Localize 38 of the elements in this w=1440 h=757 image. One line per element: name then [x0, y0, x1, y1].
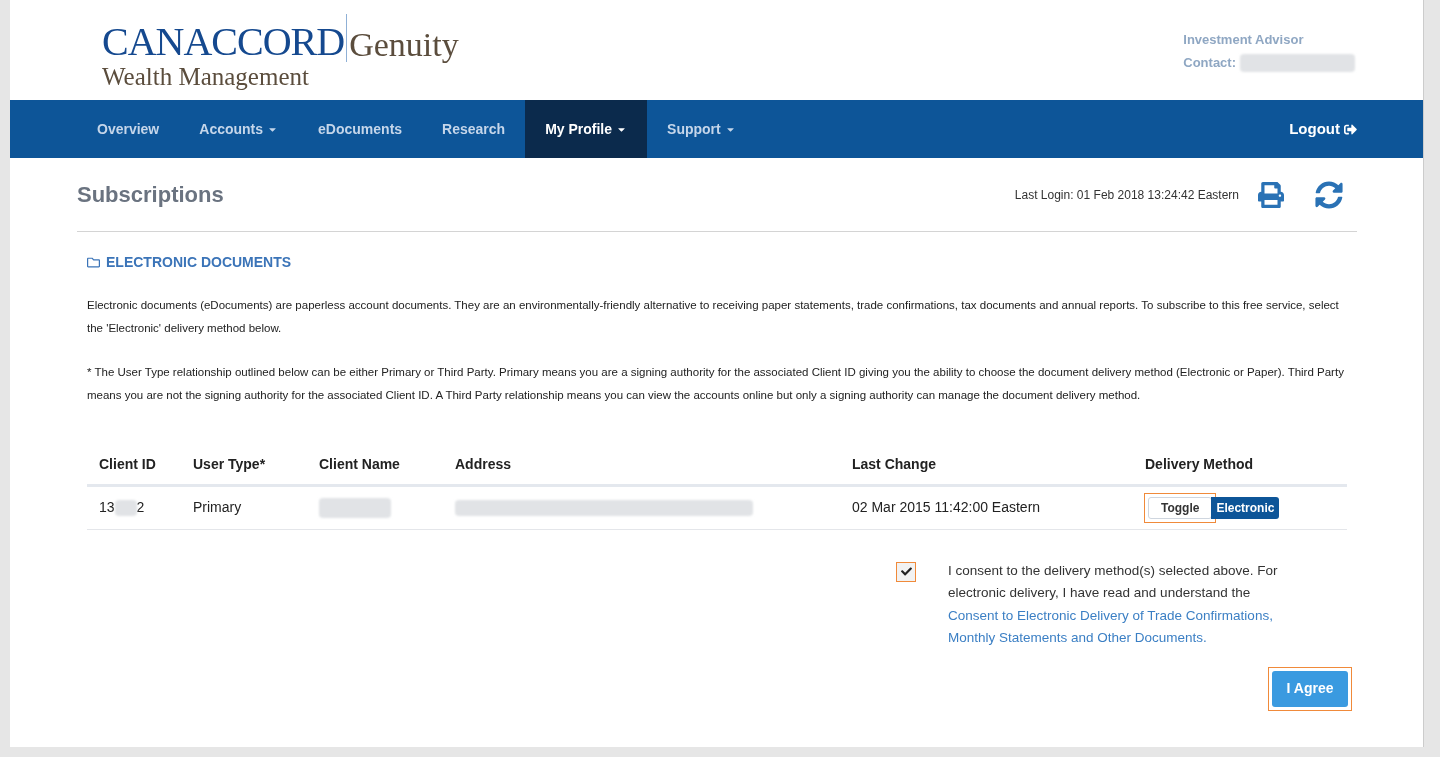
column-header: User Type*: [193, 455, 266, 472]
page-title: Subscriptions: [77, 181, 224, 209]
user-type-cell: Primary: [193, 499, 242, 515]
nav-item[interactable]: Support: [647, 100, 756, 158]
consent-link[interactable]: Consent to Electronic Delivery of Trade Confirmations, Monthly Statements and Other Documents.: [948, 604, 1318, 650]
check-icon: [900, 566, 912, 577]
column-header: Delivery Method: [1145, 455, 1254, 472]
info-paragraph: * The User Type relationship outlined below can be either Primary or Third Party. Primary means you are a signing authority for the associated Client ID giving you the ability to choose the document delivery method (Electronic or Paper). Third Party means you are not the signing authority for the associated Client ID. A Third Party relationship means you can view the accounts online but only a signing authority can manage the document delivery method.: [87, 365, 1345, 403]
client-id-cell: 13: [99, 499, 115, 515]
consent-text: I consent to the delivery method(s) selected above. For electronic delivery, I have read and understand the: [948, 561, 1279, 602]
print-icon[interactable]: [1257, 181, 1285, 208]
info-paragraph: Electronic documents (eDocuments) are paperless account documents. They are an environmentally-friendly alternative to receiving paper statements, trade confirmations, tax documents and annual reports. To subscribe to this free service, select the 'Electronic' delivery method below.: [87, 298, 1340, 336]
refresh-icon[interactable]: [1315, 180, 1343, 209]
toggle-button[interactable]: Toggle: [1148, 496, 1213, 519]
column-header: Client ID: [99, 455, 156, 472]
column-header: Client Name: [319, 455, 400, 472]
contact-label: Contact:: [1183, 54, 1236, 72]
company-logo: CANACCORDGenuity Wealth Management: [102, 14, 459, 89]
column-header: Last Change: [852, 455, 936, 472]
last-login-text: Last Login: 01 Feb 2018 13:24:42 Eastern: [1014, 186, 1239, 204]
section-title: ELECTRONIC DOCUMENTS: [106, 253, 292, 272]
advisor-title: Investment Advisor: [1183, 31, 1305, 49]
column-header: Address: [455, 455, 512, 472]
logout-icon: [1344, 122, 1357, 136]
redacted-text: [114, 500, 137, 517]
client-id-cell: 2: [136, 499, 145, 515]
consent-checkbox[interactable]: [896, 561, 916, 582]
last-change-cell: 02 Mar 2015 11:42:00 Eastern: [852, 499, 1041, 515]
folder-icon: [87, 256, 100, 269]
nav-item[interactable]: Overview: [77, 100, 180, 158]
nav-item[interactable]: My Profile: [525, 100, 648, 158]
agree-button[interactable]: I Agree: [1272, 670, 1348, 707]
nav-item[interactable]: Research: [422, 100, 526, 158]
delivery-method-badge: Electronic: [1211, 496, 1280, 519]
logout-link[interactable]: Logout: [1289, 100, 1357, 158]
nav-item[interactable]: eDocuments: [298, 100, 423, 158]
nav-item[interactable]: Accounts: [179, 100, 299, 158]
redacted-text: [319, 498, 391, 519]
